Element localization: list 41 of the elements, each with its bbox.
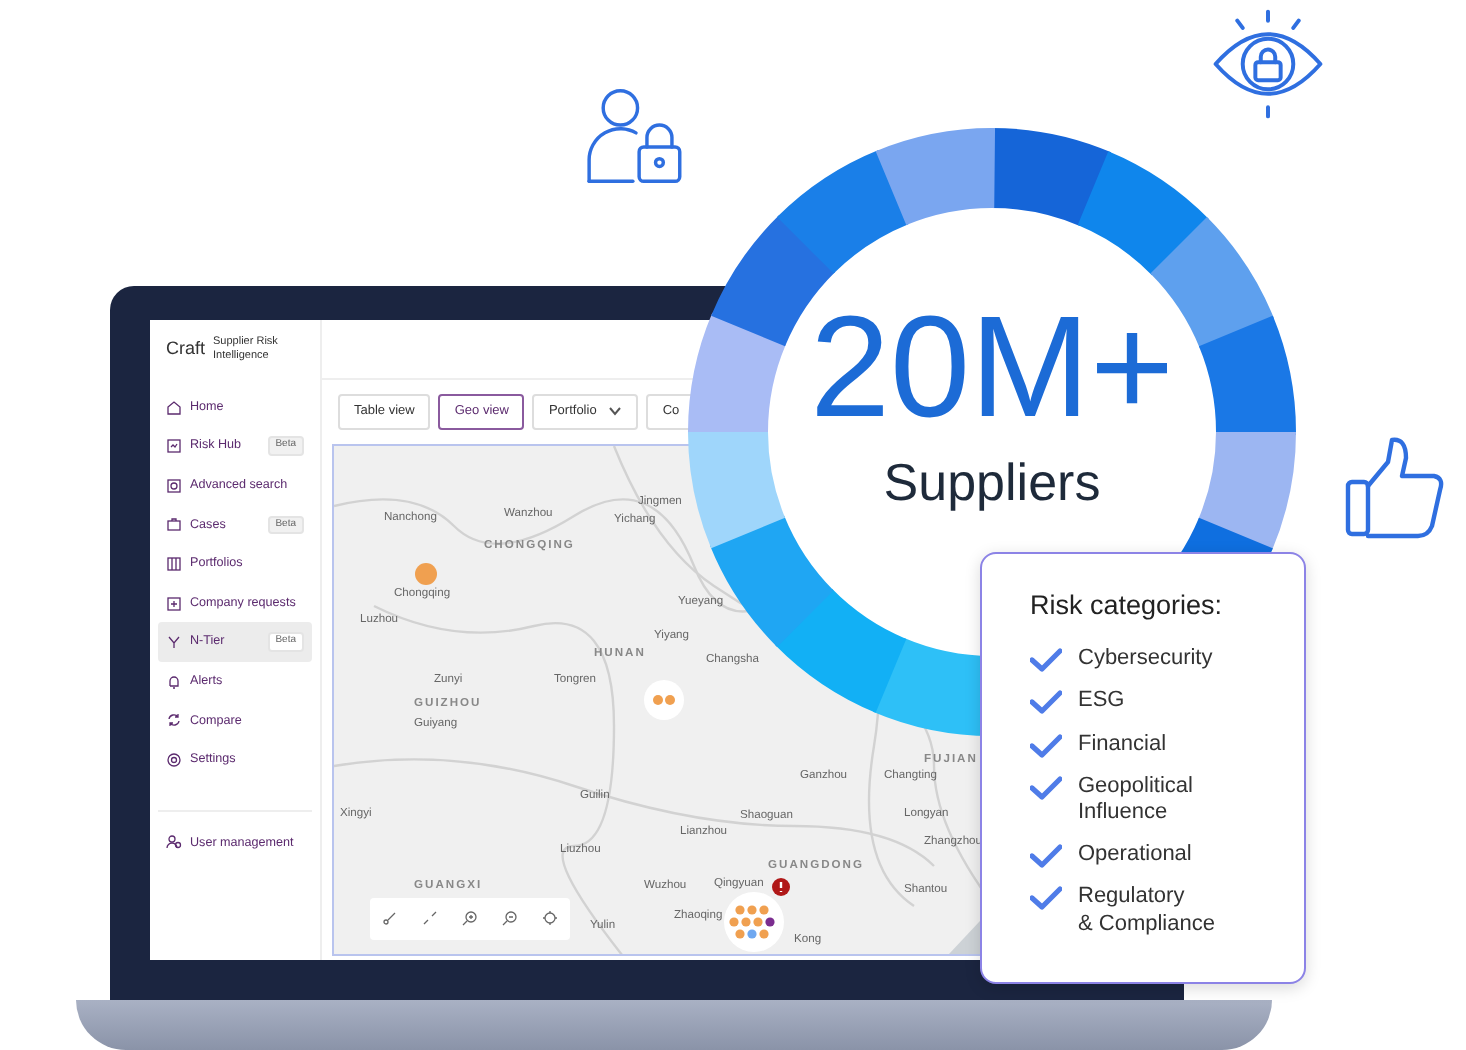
ring-segment (776, 587, 909, 713)
menu-icon (166, 712, 182, 729)
menu-icon (166, 438, 182, 455)
card-title: Risk categories: (1030, 588, 1225, 624)
ring-segment (688, 314, 787, 435)
ring-segment (1075, 151, 1208, 277)
menu-icon (166, 834, 182, 851)
map-marker[interactable] (414, 561, 438, 586)
menu-icon (166, 516, 182, 533)
thumbs-up-icon (1344, 434, 1448, 542)
menu-icon (166, 634, 182, 651)
brand-logo: Craft (166, 336, 206, 363)
eye-lock-icon (1212, 8, 1324, 120)
ring-segment (1197, 429, 1296, 550)
menu-icon (166, 555, 182, 572)
category-label: Cybersecurity (1078, 646, 1213, 673)
cluster-marker[interactable] (644, 679, 684, 720)
ring-segment (778, 150, 911, 275)
menu-icon (166, 751, 182, 768)
zoom-out-icon[interactable] (502, 910, 518, 927)
category-label: ESG (1078, 688, 1125, 716)
alert-icon (772, 877, 790, 896)
ring-segment (989, 128, 1110, 227)
menu-icon (166, 477, 182, 494)
hero-figure: 20M+ (807, 296, 1177, 440)
ring-segment (877, 128, 997, 226)
menu-icon (166, 595, 182, 612)
category-label: Operational (1078, 842, 1192, 869)
hero-caption: Suppliers (881, 456, 1103, 508)
expand-icon[interactable] (422, 910, 438, 927)
locate-icon[interactable] (542, 910, 558, 927)
caret-icon (608, 406, 623, 417)
menu-icon (166, 673, 182, 690)
category-label: Geopolitical Influence (1078, 773, 1193, 827)
ring-segment (688, 427, 786, 547)
zoom-in-icon[interactable] (462, 910, 478, 927)
ring-segment (1198, 317, 1296, 437)
draw-icon[interactable] (382, 910, 398, 927)
menu-icon (166, 399, 182, 416)
category-label: Regulatory & Compliance (1078, 884, 1215, 938)
category-label: Financial (1078, 731, 1167, 758)
